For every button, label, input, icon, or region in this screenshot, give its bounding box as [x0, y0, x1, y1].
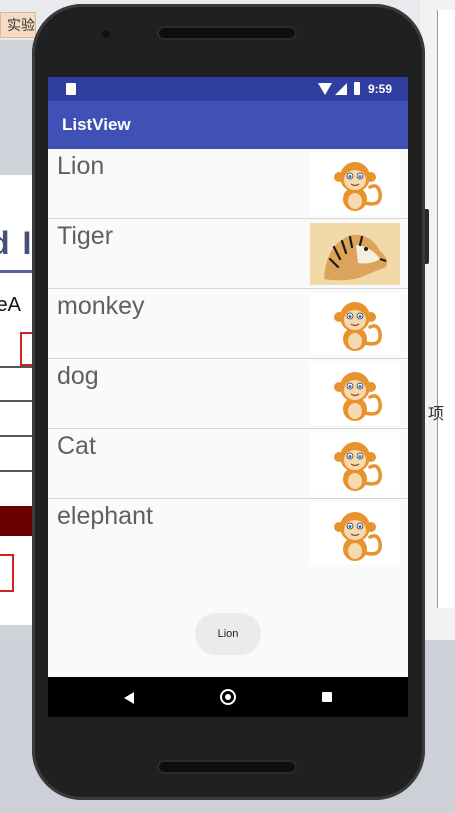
list-view[interactable]: Lion Tiger monkey dog Cat elephant [48, 149, 408, 569]
recent-apps-icon[interactable] [322, 692, 332, 702]
toast-message: Lion [195, 613, 261, 655]
list-item[interactable]: monkey [48, 289, 408, 359]
app-bar: ListView [48, 101, 408, 149]
background-right-text: 项 [428, 406, 445, 423]
battery-icon [354, 82, 360, 95]
monkey-image [310, 153, 400, 215]
list-item[interactable]: Tiger [48, 219, 408, 289]
list-item[interactable]: Lion [48, 149, 408, 219]
background-right-panel [437, 10, 455, 608]
top-speaker [157, 26, 297, 40]
monkey-image [310, 363, 400, 425]
back-icon[interactable] [124, 692, 134, 704]
list-item-label: Lion [57, 152, 105, 180]
background-divider [0, 366, 36, 368]
navigation-bar [48, 677, 408, 717]
background-highlight-box [0, 554, 14, 592]
phone-screen: 9:59 ListView Lion Tiger monkey dog Cat … [48, 77, 408, 717]
background-divider [0, 400, 36, 402]
background-divider [0, 435, 36, 437]
app-title: ListView [62, 115, 131, 134]
background-dark-bar [0, 506, 36, 536]
background-heading-rule [0, 270, 36, 273]
list-item[interactable]: dog [48, 359, 408, 429]
monkey-image [310, 433, 400, 495]
wifi-icon [318, 83, 332, 95]
phone-frame: 9:59 ListView Lion Tiger monkey dog Cat … [32, 4, 429, 800]
list-item[interactable]: Cat [48, 429, 408, 499]
front-camera [102, 30, 110, 38]
background-tab[interactable]: 实验 [0, 12, 36, 38]
monkey-image [310, 293, 400, 355]
list-item-label: Tiger [57, 222, 114, 250]
background-text: leA [0, 294, 21, 316]
status-bar: 9:59 [48, 77, 408, 101]
list-item-label: monkey [57, 292, 145, 320]
monkey-image [310, 503, 400, 565]
list-item-label: dog [57, 362, 99, 390]
list-item-label: Cat [57, 432, 96, 460]
status-time: 9:59 [368, 82, 393, 96]
signal-icon [335, 83, 347, 95]
background-divider [0, 470, 36, 472]
home-icon[interactable] [220, 689, 236, 705]
background-heading: d I [0, 225, 34, 261]
side-button[interactable] [425, 209, 429, 264]
sd-card-icon [66, 83, 76, 95]
bottom-speaker [157, 760, 297, 774]
tiger-image [310, 223, 400, 285]
list-item[interactable]: elephant [48, 499, 408, 569]
list-item-label: elephant [57, 502, 153, 530]
